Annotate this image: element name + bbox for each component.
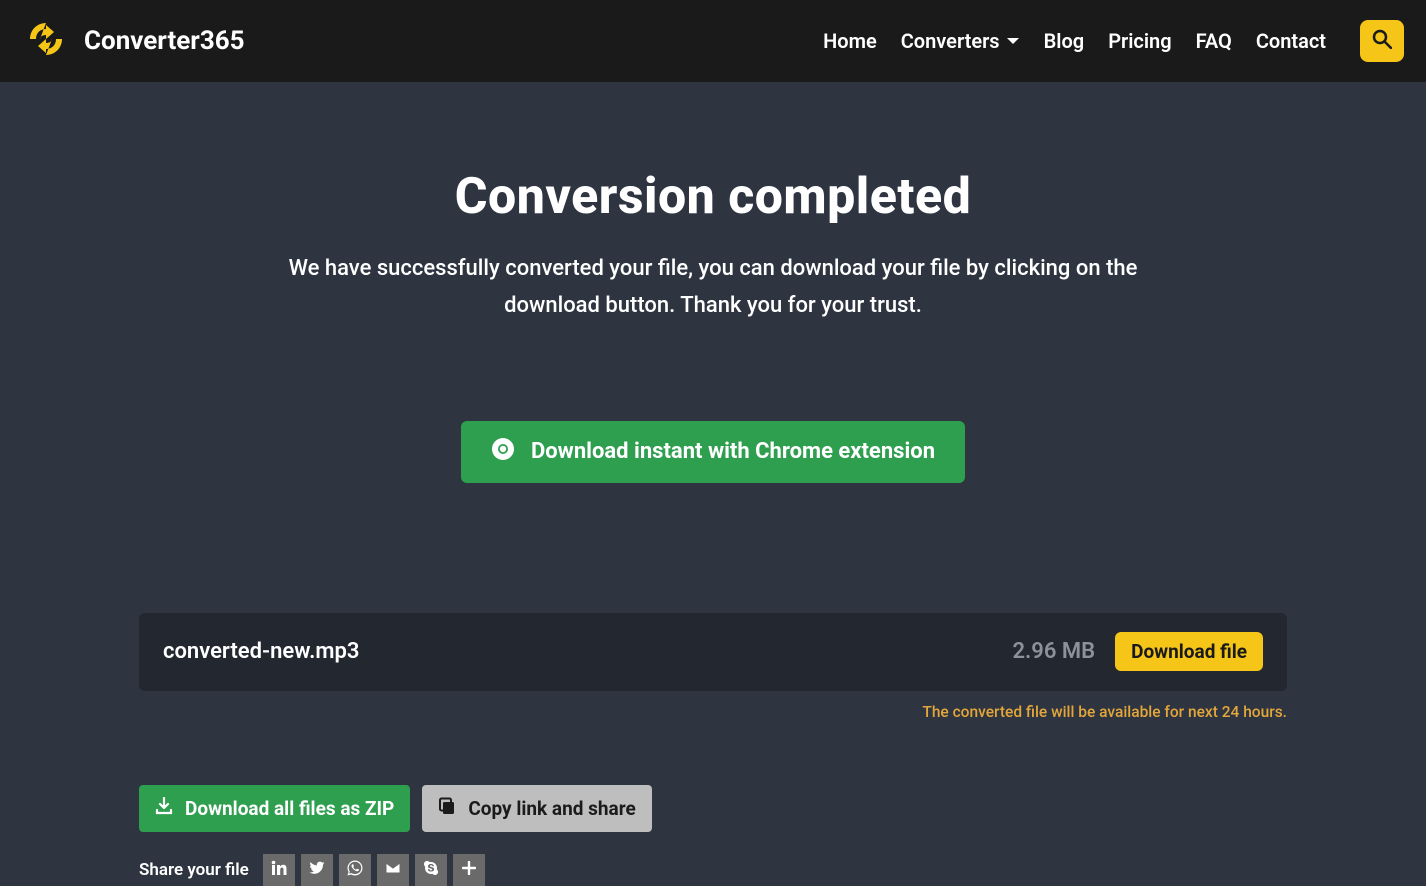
- share-icons: [263, 854, 485, 886]
- download-zip-button[interactable]: Download all files as ZIP: [139, 785, 410, 832]
- chrome-extension-button[interactable]: Download instant with Chrome extension: [461, 421, 965, 483]
- file-size: 2.96 MB: [1012, 639, 1095, 664]
- actions-row: Download all files as ZIP Copy link and …: [139, 785, 1287, 832]
- skype-icon: [423, 860, 439, 880]
- refresh-arrows-icon: [22, 15, 70, 67]
- nav-converters[interactable]: Converters: [901, 29, 1020, 53]
- search-icon: [1372, 29, 1392, 53]
- top-nav: Converter365 Home Converters Blog Pricin…: [0, 0, 1426, 82]
- share-linkedin-button[interactable]: [263, 854, 295, 886]
- page-subtitle: We have successfully converted your file…: [243, 250, 1183, 325]
- chrome-extension-label: Download instant with Chrome extension: [531, 439, 935, 464]
- download-zip-label: Download all files as ZIP: [185, 797, 394, 820]
- whatsapp-icon: [347, 860, 363, 880]
- main-content: Conversion completed We have successfull…: [0, 82, 1426, 886]
- availability-notice: The converted file will be available for…: [139, 703, 1287, 721]
- download-icon: [155, 797, 173, 820]
- share-skype-button[interactable]: [415, 854, 447, 886]
- page-title: Conversion completed: [0, 168, 1426, 226]
- nav-pricing[interactable]: Pricing: [1108, 29, 1171, 53]
- brand-logo[interactable]: Converter365: [22, 15, 245, 67]
- converted-file-row: converted-new.mp3 2.96 MB Download file: [139, 613, 1287, 691]
- nav-home[interactable]: Home: [823, 29, 877, 53]
- plus-icon: [462, 860, 476, 879]
- brand-name: Converter365: [84, 26, 245, 56]
- copy-link-button[interactable]: Copy link and share: [422, 785, 651, 832]
- nav-converters-label: Converters: [901, 29, 1000, 53]
- share-row: Share your file: [139, 854, 1287, 886]
- share-label: Share your file: [139, 860, 249, 880]
- nav-contact[interactable]: Contact: [1256, 29, 1326, 53]
- share-email-button[interactable]: [377, 854, 409, 886]
- twitter-icon: [309, 860, 325, 880]
- nav-faq[interactable]: FAQ: [1196, 29, 1232, 53]
- email-icon: [385, 860, 401, 880]
- file-name: converted-new.mp3: [163, 639, 359, 664]
- nav-blog[interactable]: Blog: [1044, 29, 1085, 53]
- share-twitter-button[interactable]: [301, 854, 333, 886]
- copy-icon: [438, 797, 456, 820]
- search-button[interactable]: [1360, 20, 1404, 62]
- copy-link-label: Copy link and share: [468, 797, 635, 820]
- caret-down-icon: [1006, 36, 1020, 46]
- chrome-icon: [491, 437, 515, 467]
- share-whatsapp-button[interactable]: [339, 854, 371, 886]
- share-more-button[interactable]: [453, 854, 485, 886]
- download-file-button[interactable]: Download file: [1115, 632, 1263, 671]
- linkedin-icon: [271, 860, 287, 880]
